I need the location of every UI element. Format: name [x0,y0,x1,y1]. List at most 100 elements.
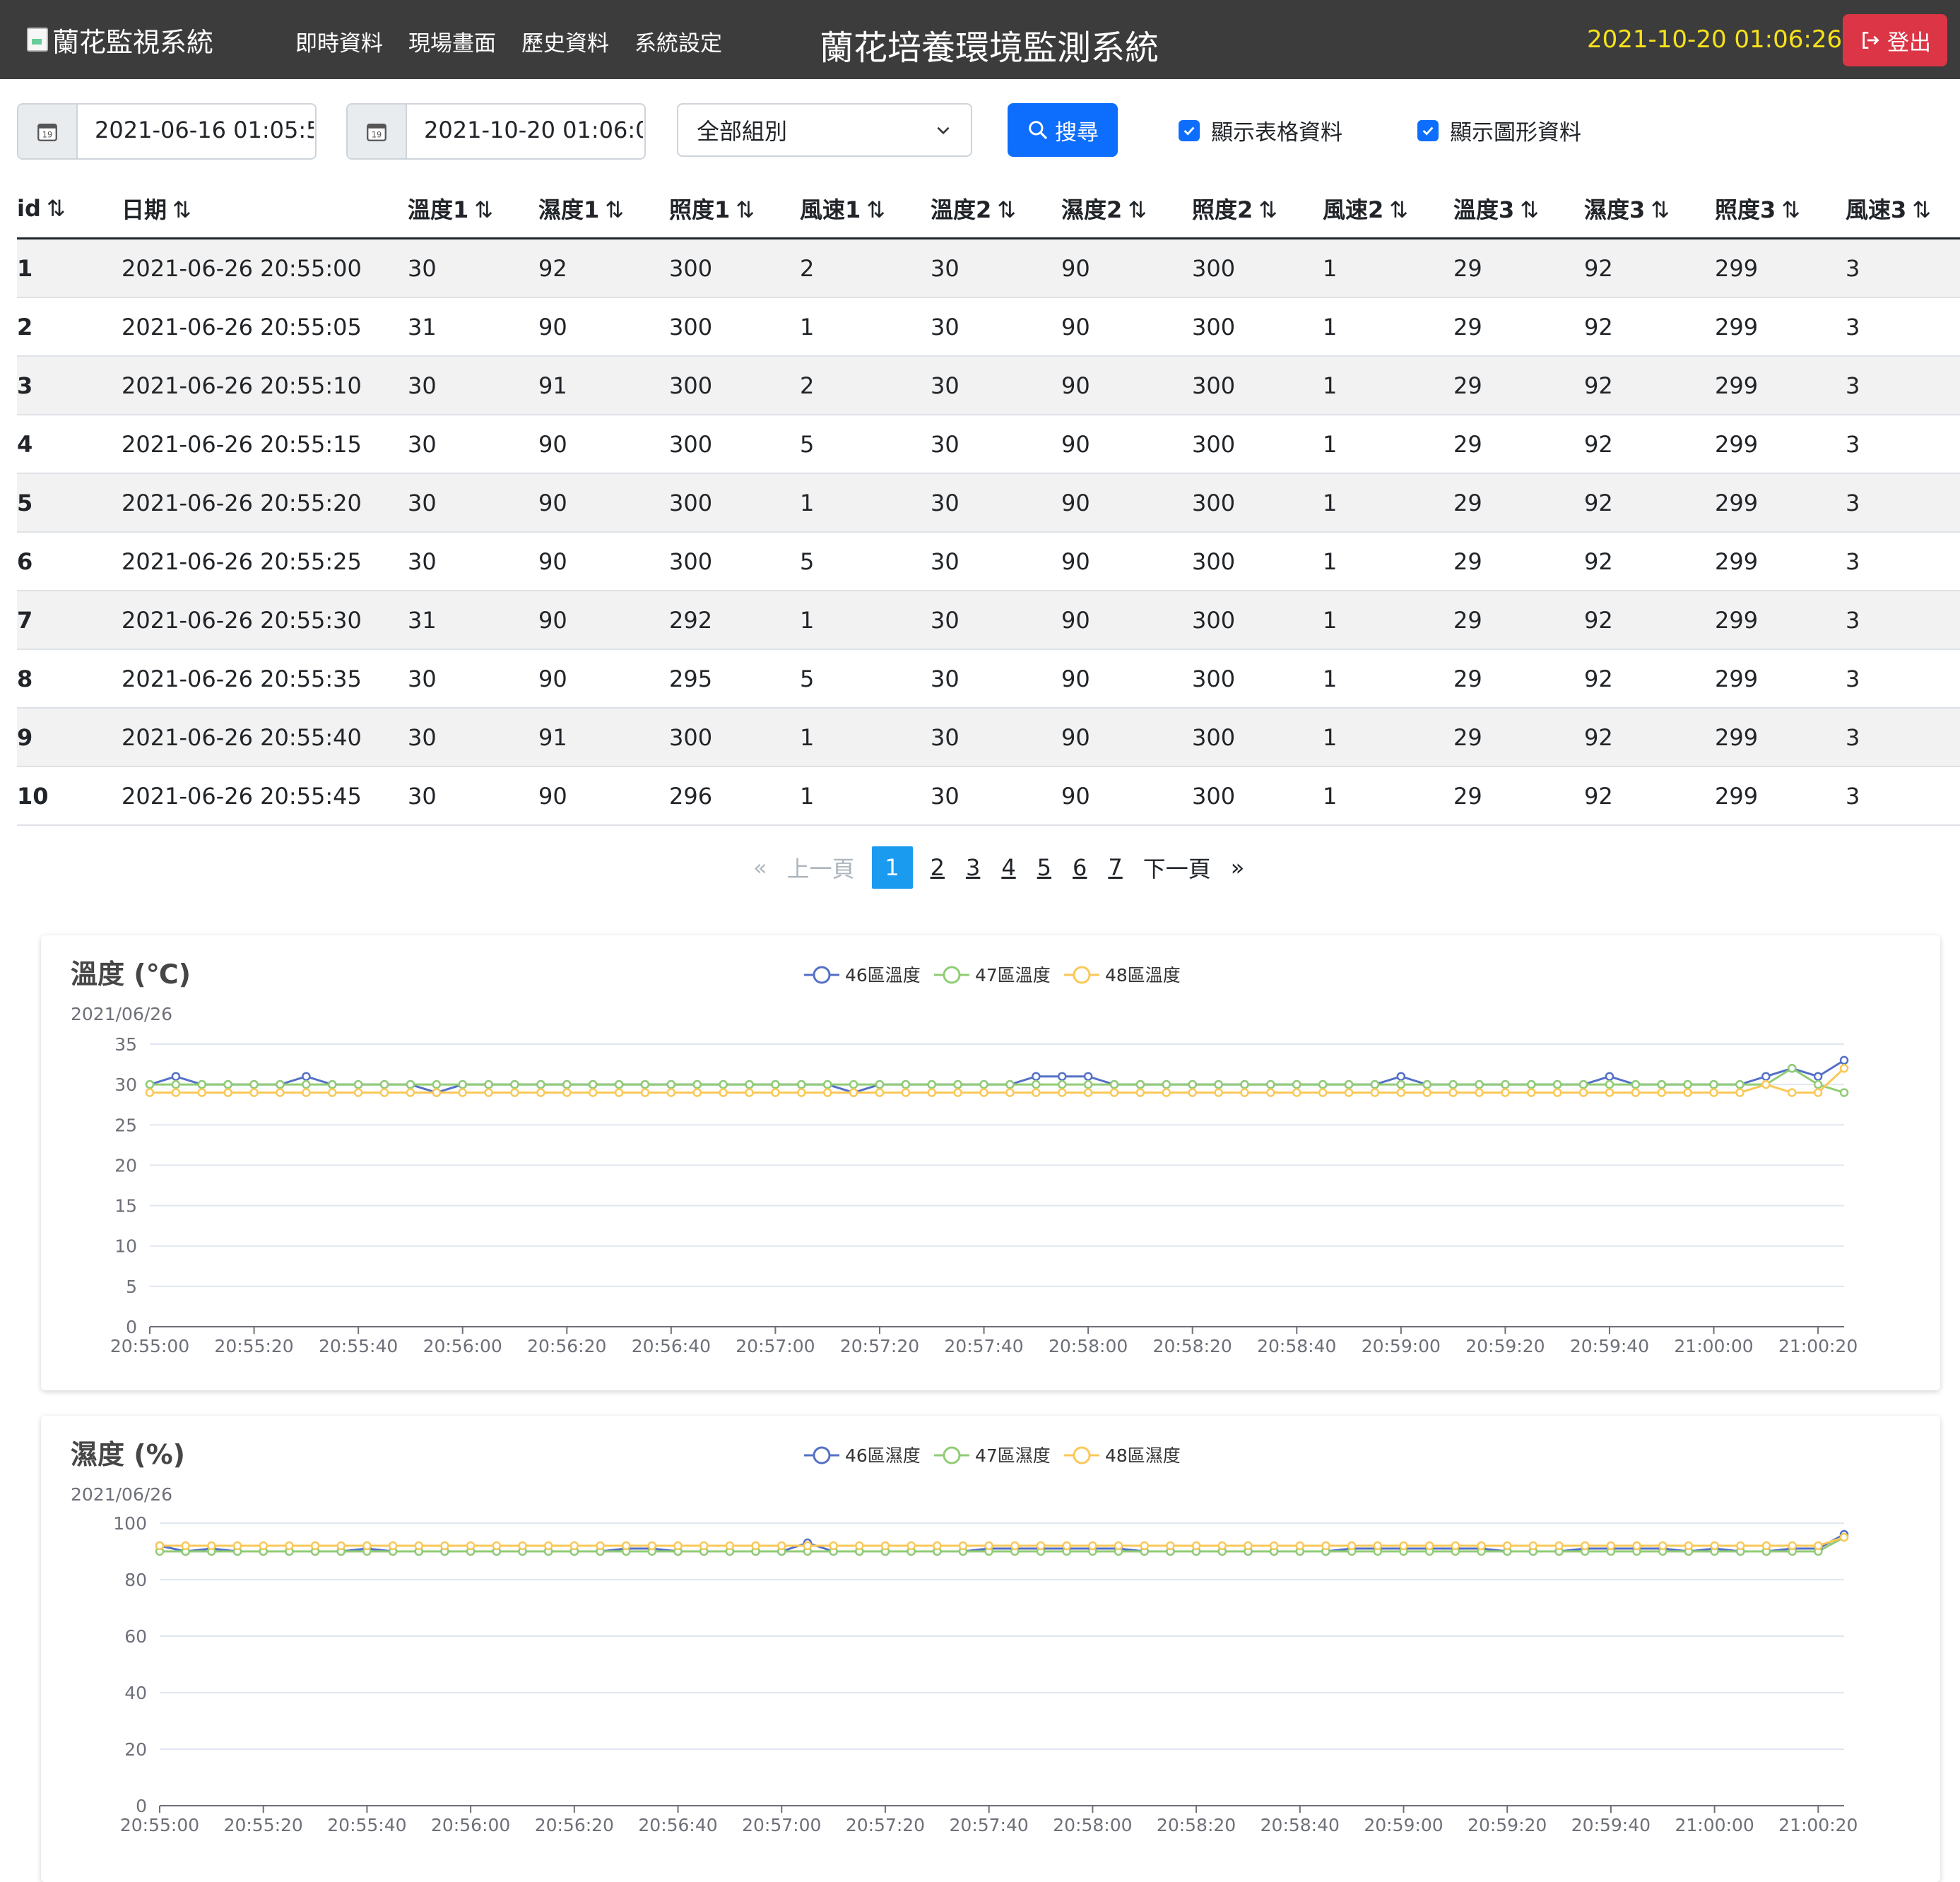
column-header[interactable]: 風速2 ⇅ [1323,179,1453,239]
data-point[interactable] [979,1079,988,1089]
legend-item[interactable]: 47區濕度 [934,1445,1051,1466]
data-point[interactable] [569,1541,579,1551]
data-point[interactable] [414,1541,424,1551]
data-point[interactable] [1109,1088,1119,1097]
data-point[interactable] [1088,1541,1097,1551]
column-header[interactable]: 濕度2 ⇅ [1061,179,1192,239]
data-point[interactable] [1373,1541,1383,1551]
data-point[interactable] [1580,1541,1590,1551]
data-point[interactable] [562,1088,572,1097]
data-point[interactable] [536,1088,545,1097]
data-point[interactable] [1214,1088,1223,1097]
data-point[interactable] [1109,1079,1119,1089]
data-point[interactable] [692,1079,702,1089]
data-point[interactable] [1114,1541,1123,1551]
data-point[interactable] [1475,1079,1484,1089]
start-date-input[interactable]: 2021-06-16 01:05:5 [78,105,314,158]
data-point[interactable] [197,1079,207,1089]
data-point[interactable] [1396,1079,1406,1089]
data-point[interactable] [440,1541,449,1551]
data-point[interactable] [336,1541,346,1551]
data-point[interactable] [1422,1088,1431,1097]
data-point[interactable] [984,1541,993,1551]
data-point[interactable] [673,1541,683,1551]
data-point[interactable] [797,1079,806,1089]
data-point[interactable] [1710,1541,1719,1551]
data-point[interactable] [1347,1541,1357,1551]
data-point[interactable] [1605,1088,1614,1097]
data-point[interactable] [725,1541,735,1551]
data-point[interactable] [155,1541,165,1551]
data-point[interactable] [1761,1072,1771,1081]
data-point[interactable] [849,1088,858,1097]
data-point[interactable] [699,1541,709,1551]
data-point[interactable] [1005,1088,1015,1097]
column-header[interactable]: id ⇅ [17,179,122,239]
data-point[interactable] [771,1088,780,1097]
data-point[interactable] [640,1079,650,1089]
data-point[interactable] [1057,1079,1067,1089]
data-point[interactable] [1839,1532,1849,1542]
data-point[interactable] [171,1088,181,1097]
data-point[interactable] [1709,1088,1718,1097]
data-point[interactable] [432,1079,442,1089]
data-point[interactable] [1788,1541,1797,1551]
data-point[interactable] [1502,1541,1512,1551]
data-point[interactable] [259,1541,268,1551]
column-header[interactable]: 溫度1 ⇅ [408,179,538,239]
data-point[interactable] [1578,1079,1588,1089]
data-point[interactable] [1736,1541,1745,1551]
sort-icon[interactable]: ⇅ [605,196,624,223]
data-point[interactable] [771,1079,780,1089]
page-link[interactable]: 4 [1001,854,1015,881]
data-point[interactable] [1032,1079,1041,1089]
data-point[interactable] [484,1088,493,1097]
data-point[interactable] [745,1079,754,1089]
data-point[interactable] [1191,1541,1201,1551]
data-point[interactable] [276,1079,285,1089]
sort-icon[interactable]: ⇅ [1781,196,1800,223]
column-header[interactable]: 照度3 ⇅ [1715,179,1846,239]
legend-item[interactable]: 48區溫度 [1064,965,1181,986]
column-header[interactable]: 風速3 ⇅ [1846,179,1960,239]
column-header[interactable]: 濕度3 ⇅ [1584,179,1715,239]
data-point[interactable] [1683,1079,1692,1089]
data-point[interactable] [1396,1088,1406,1097]
data-point[interactable] [1140,1541,1149,1551]
data-point[interactable] [1631,1079,1641,1089]
data-point[interactable] [777,1541,786,1551]
data-point[interactable] [181,1541,190,1551]
data-point[interactable] [953,1079,962,1089]
data-point[interactable] [510,1079,519,1089]
legend-item[interactable]: 48區濕度 [1064,1445,1181,1466]
data-point[interactable] [1787,1088,1797,1097]
data-point[interactable] [927,1088,937,1097]
data-point[interactable] [1527,1088,1536,1097]
data-point[interactable] [1083,1088,1093,1097]
data-point[interactable] [1036,1541,1046,1551]
calendar-icon[interactable]: 19 [18,105,78,158]
data-point[interactable] [492,1541,502,1551]
data-point[interactable] [958,1541,968,1551]
data-point[interactable] [666,1079,676,1089]
data-point[interactable] [249,1079,259,1089]
calendar-icon[interactable]: 19 [348,105,407,158]
data-point[interactable] [1813,1088,1823,1097]
data-point[interactable] [1295,1541,1305,1551]
data-point[interactable] [518,1541,527,1551]
data-point[interactable] [1422,1079,1431,1089]
column-header[interactable]: 照度2 ⇅ [1192,179,1323,239]
group-select[interactable]: 全部組別 [677,103,972,157]
page-link[interactable]: 7 [1108,854,1122,881]
data-point[interactable] [849,1079,858,1089]
data-point[interactable] [1266,1088,1275,1097]
sort-icon[interactable]: ⇅ [1651,196,1670,223]
data-point[interactable] [302,1079,311,1089]
data-point[interactable] [855,1541,864,1551]
data-point[interactable] [1083,1079,1093,1089]
data-point[interactable] [1501,1088,1510,1097]
data-point[interactable] [614,1088,624,1097]
data-point[interactable] [1244,1541,1253,1551]
data-point[interactable] [875,1079,885,1089]
data-point[interactable] [302,1088,311,1097]
